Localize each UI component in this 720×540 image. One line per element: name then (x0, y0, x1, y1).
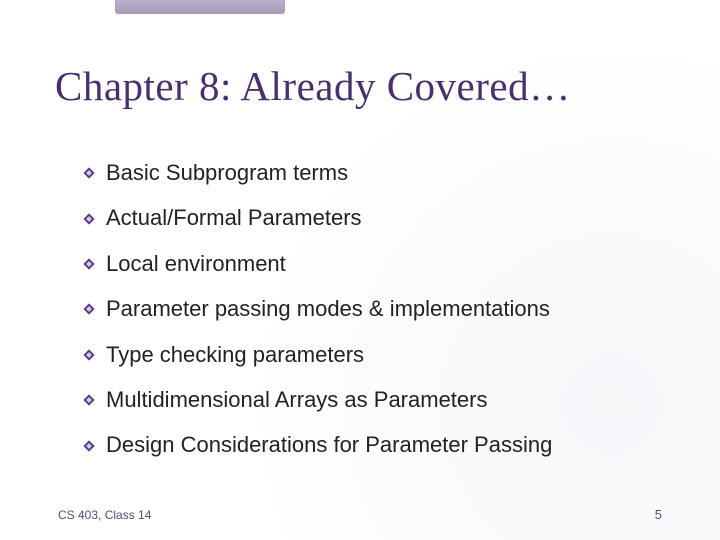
list-item: Actual/Formal Parameters (82, 205, 680, 231)
page-number: 5 (655, 507, 662, 522)
footer-course-label: CS 403, Class 14 (58, 508, 151, 522)
list-item-text: Design Considerations for Parameter Pass… (106, 432, 552, 458)
list-item: Design Considerations for Parameter Pass… (82, 432, 680, 458)
list-item: Basic Subprogram terms (82, 160, 680, 186)
list-item-text: Basic Subprogram terms (106, 160, 348, 186)
diamond-bullet-icon (82, 212, 96, 226)
diamond-bullet-icon (82, 439, 96, 453)
slide-body: Basic Subprogram terms Actual/Formal Par… (82, 160, 680, 478)
diamond-bullet-icon (82, 348, 96, 362)
diamond-bullet-icon (82, 257, 96, 271)
list-item-text: Parameter passing modes & implementation… (106, 296, 550, 322)
slide: Chapter 8: Already Covered… Basic Subpro… (0, 0, 720, 540)
diamond-bullet-icon (82, 302, 96, 316)
list-item: Multidimensional Arrays as Parameters (82, 387, 680, 413)
list-item-text: Local environment (106, 251, 286, 277)
list-item: Local environment (82, 251, 680, 277)
list-item-text: Multidimensional Arrays as Parameters (106, 387, 487, 413)
diamond-bullet-icon (82, 166, 96, 180)
list-item-text: Type checking parameters (106, 342, 364, 368)
slide-title: Chapter 8: Already Covered… (55, 62, 680, 110)
list-item: Type checking parameters (82, 342, 680, 368)
list-item: Parameter passing modes & implementation… (82, 296, 680, 322)
decorative-top-bar (115, 0, 285, 14)
list-item-text: Actual/Formal Parameters (106, 205, 362, 231)
diamond-bullet-icon (82, 393, 96, 407)
